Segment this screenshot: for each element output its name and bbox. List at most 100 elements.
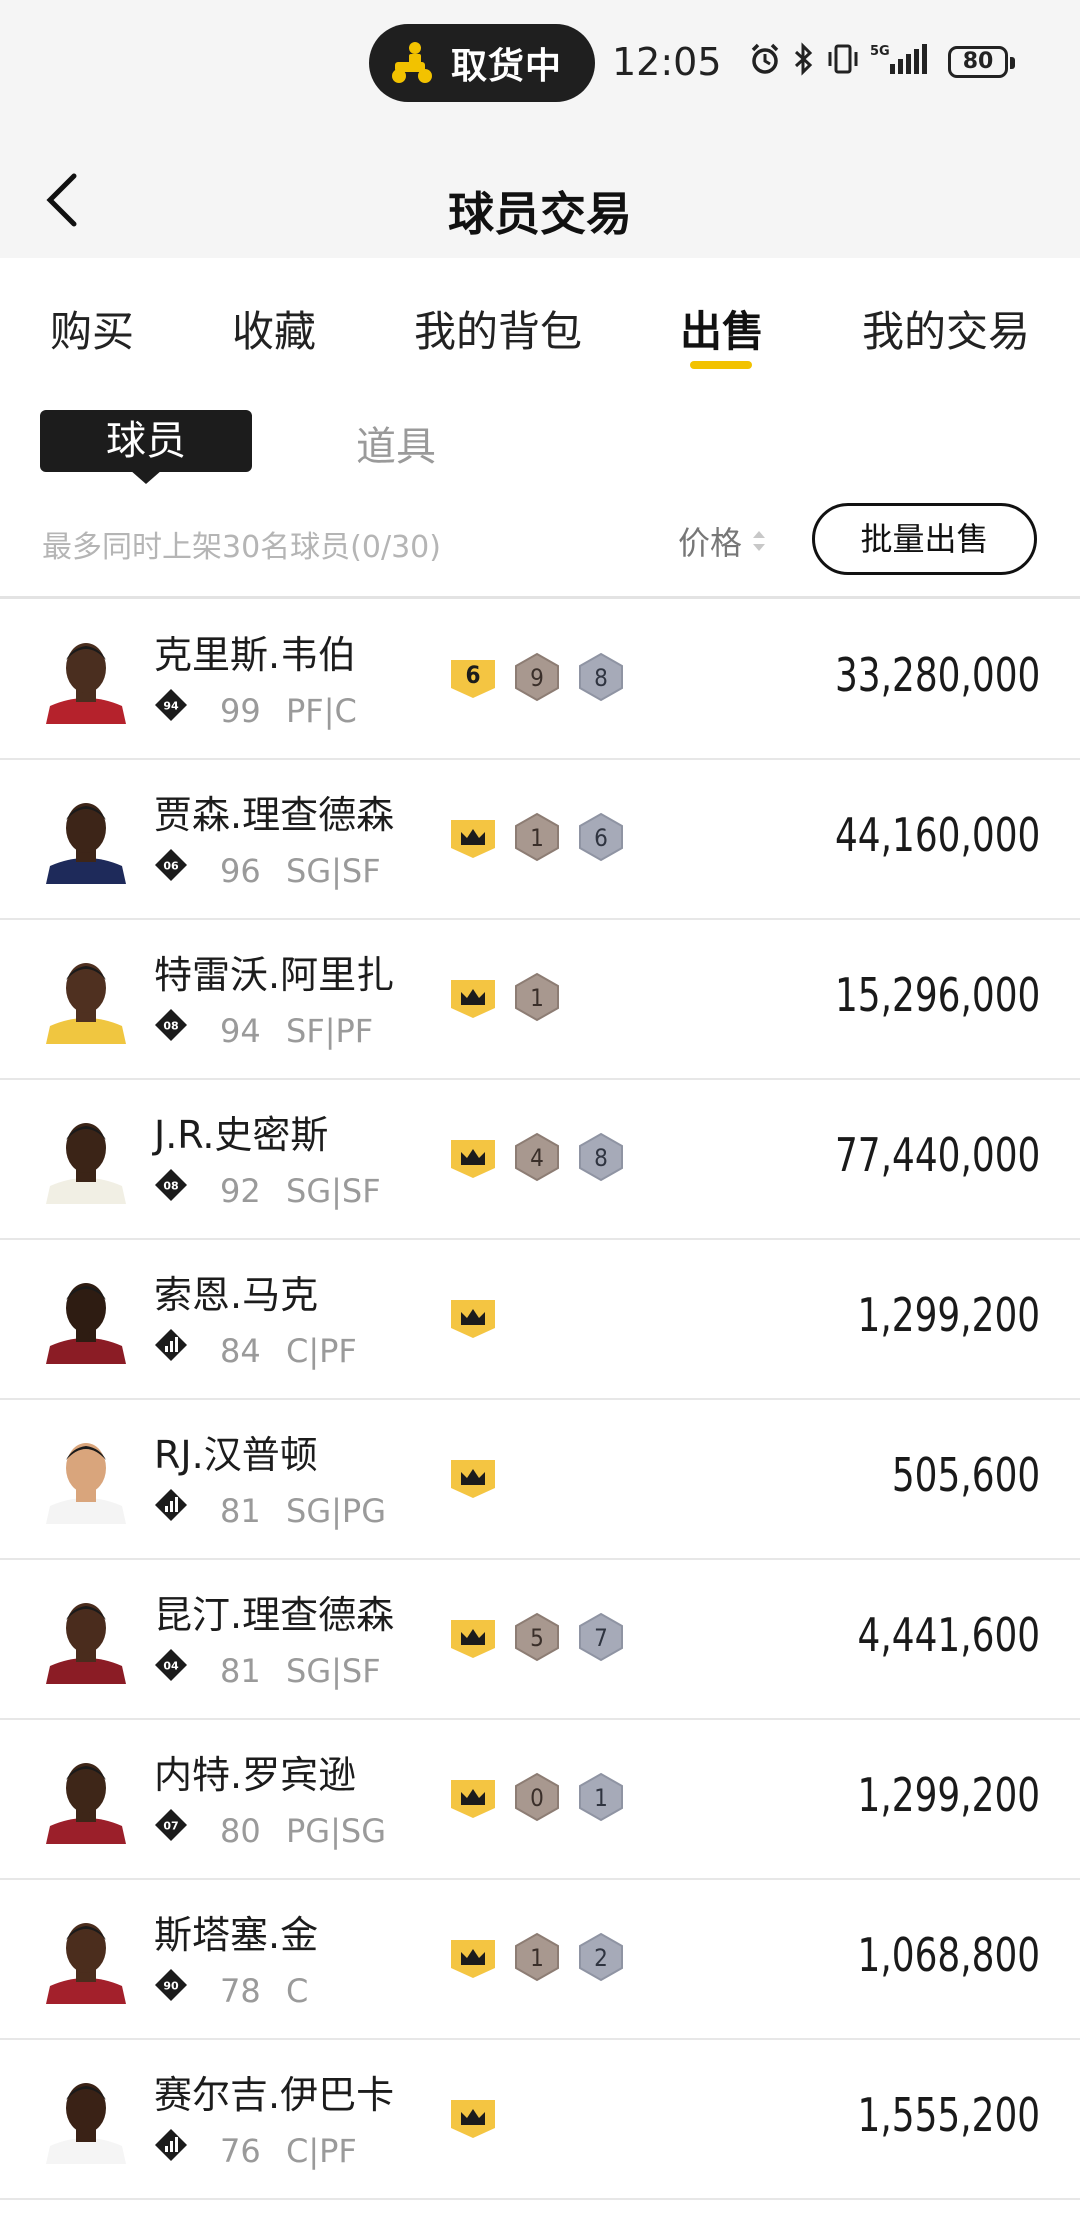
chip-value: 8 xyxy=(594,664,608,692)
player-avatar xyxy=(40,2068,132,2164)
player-attribute-chips: 48 xyxy=(448,1132,626,1182)
player-price: 4,441,600 xyxy=(857,1608,1040,1662)
player-attribute-chips: 16 xyxy=(448,812,626,862)
crown-badge-icon xyxy=(448,2092,498,2142)
bronze-level-badge: 4 xyxy=(512,1132,562,1182)
player-overall: 76 xyxy=(220,2132,261,2170)
player-avatar xyxy=(40,1428,132,1524)
bulk-sell-button[interactable]: 批量出售 xyxy=(812,503,1037,575)
player-name: 内特.罗宾逊 xyxy=(154,1753,357,1797)
player-price: 1,299,200 xyxy=(857,1768,1040,1822)
player-position: C|PF xyxy=(286,1332,357,1370)
player-name: 赛尔吉.伊巴卡 xyxy=(154,2073,395,2117)
player-attribute-chips xyxy=(448,2092,498,2142)
active-tab-indicator xyxy=(690,361,752,369)
chip-value: 6 xyxy=(465,661,481,689)
svg-text:5G: 5G xyxy=(870,44,890,59)
divider xyxy=(0,596,1080,599)
player-row[interactable]: RJ.汉普顿 81 SG|PG 505,600 xyxy=(0,1400,1080,1560)
player-price: 15,296,000 xyxy=(834,968,1040,1022)
player-name: 特雷沃.阿里扎 xyxy=(154,953,395,997)
subtab-items[interactable]: 道具 xyxy=(356,414,436,472)
svg-text:04: 04 xyxy=(163,1660,179,1673)
silver-level-badge: 8 xyxy=(576,1132,626,1182)
svg-text:08: 08 xyxy=(163,1020,178,1033)
bluetooth-icon xyxy=(794,42,813,76)
chip-value: 2 xyxy=(594,1944,608,1972)
chip-value xyxy=(448,1932,498,1982)
tab-my-trades[interactable]: 我的交易 xyxy=(862,298,1030,359)
player-name: RJ.汉普顿 xyxy=(154,1433,318,1477)
player-price: 1,299,200 xyxy=(857,1288,1040,1342)
subtab-players[interactable]: 球员 xyxy=(40,410,252,472)
chip-value: 1 xyxy=(530,824,544,852)
player-row[interactable]: 斯塔塞.金 90 78 C 1 2 1,068,800 xyxy=(0,1880,1080,2040)
crown-badge-icon xyxy=(448,1292,498,1342)
chip-value: 4 xyxy=(530,1144,544,1172)
chip-value xyxy=(448,1772,498,1822)
vibrate-icon xyxy=(828,44,858,74)
player-price: 1,555,200 xyxy=(857,2088,1040,2142)
chip-value: 0 xyxy=(530,1784,544,1812)
player-avatar xyxy=(40,1908,132,2004)
chip-value xyxy=(448,1452,498,1502)
player-position: PG|SG xyxy=(286,1812,386,1850)
svg-text:94: 94 xyxy=(163,700,179,713)
player-overall: 84 xyxy=(220,1332,261,1370)
player-avatar xyxy=(40,1748,132,1844)
bronze-level-badge: 1 xyxy=(512,1932,562,1982)
crown-badge-icon xyxy=(448,972,498,1022)
silver-level-badge: 6 xyxy=(576,812,626,862)
player-position: SG|SF xyxy=(286,852,381,890)
sort-arrows-icon xyxy=(753,531,766,551)
svg-text:08: 08 xyxy=(163,1180,178,1193)
tab-buy[interactable]: 购买 xyxy=(50,298,134,359)
nav-bar: 球员交易 xyxy=(0,128,1080,258)
tab-backpack[interactable]: 我的背包 xyxy=(414,298,582,359)
player-position: C|PF xyxy=(286,2132,357,2170)
delivery-pill[interactable]: 取货中 xyxy=(369,24,595,102)
chip-value: 7 xyxy=(594,1624,608,1652)
player-row[interactable]: 昆汀.理查德森 04 81 SG|SF 5 7 4,441,600 xyxy=(0,1560,1080,1720)
player-overall: 94 xyxy=(220,1012,261,1050)
player-attribute-chips: 1 xyxy=(448,972,562,1022)
crown-badge-icon xyxy=(448,1132,498,1182)
sort-by-price[interactable]: 价格 xyxy=(678,518,768,564)
player-price: 77,440,000 xyxy=(834,1128,1040,1182)
battery-indicator: 80 xyxy=(948,46,1015,78)
player-row[interactable]: 内特.罗宾逊 07 80 PG|SG 0 1 1,299,200 xyxy=(0,1720,1080,1880)
status-bar: 取货中 12:05 5G 80 xyxy=(0,0,1080,128)
crown-badge-icon xyxy=(448,1772,498,1822)
player-avatar xyxy=(40,1108,132,1204)
chip-value xyxy=(448,812,498,862)
svg-text:07: 07 xyxy=(163,1820,178,1833)
tab-favorites[interactable]: 收藏 xyxy=(232,298,316,359)
player-avatar xyxy=(40,948,132,1044)
tab-sell[interactable]: 出售 xyxy=(680,298,764,359)
player-overall: 80 xyxy=(220,1812,261,1850)
player-overall: 81 xyxy=(220,1492,261,1530)
tier-badge-icon: 07 xyxy=(154,1808,188,1842)
player-overall: 92 xyxy=(220,1172,261,1210)
player-row[interactable]: 索恩.马克 84 C|PF 1,299,200 xyxy=(0,1240,1080,1400)
crown-badge-icon xyxy=(448,812,498,862)
bronze-level-badge: 5 xyxy=(512,1612,562,1662)
player-attribute-chips xyxy=(448,1292,498,1342)
bronze-level-badge: 9 xyxy=(512,652,562,702)
player-row[interactable]: J.R.史密斯 08 92 SG|SF 4 8 77,440,000 xyxy=(0,1080,1080,1240)
player-row[interactable]: 特雷沃.阿里扎 08 94 SF|PF 1 15,296,000 xyxy=(0,920,1080,1080)
player-row[interactable]: 克里斯.韦伯 94 99 PF|C 6 9 8 33,280,000 xyxy=(0,600,1080,760)
listing-limit-hint: 最多同时上架30名球员(0/30) xyxy=(42,530,441,565)
signal-icon: 5G xyxy=(870,44,927,74)
delivery-pill-label: 取货中 xyxy=(451,46,563,87)
silver-level-badge: 7 xyxy=(576,1612,626,1662)
player-row[interactable]: 赛尔吉.伊巴卡 76 C|PF 1,555,200 xyxy=(0,2040,1080,2200)
main-tabs: 购买 收藏 我的背包 出售 我的交易 xyxy=(0,258,1080,378)
player-row[interactable]: 贾森.理查德森 06 96 SG|SF 1 6 44,160,000 xyxy=(0,760,1080,920)
player-name: J.R.史密斯 xyxy=(154,1113,329,1157)
player-price: 505,600 xyxy=(891,1448,1040,1502)
player-position: SG|PG xyxy=(286,1492,386,1530)
bronze-level-badge: 1 xyxy=(512,972,562,1022)
player-price: 1,068,800 xyxy=(857,1928,1040,1982)
player-avatar xyxy=(40,1588,132,1684)
